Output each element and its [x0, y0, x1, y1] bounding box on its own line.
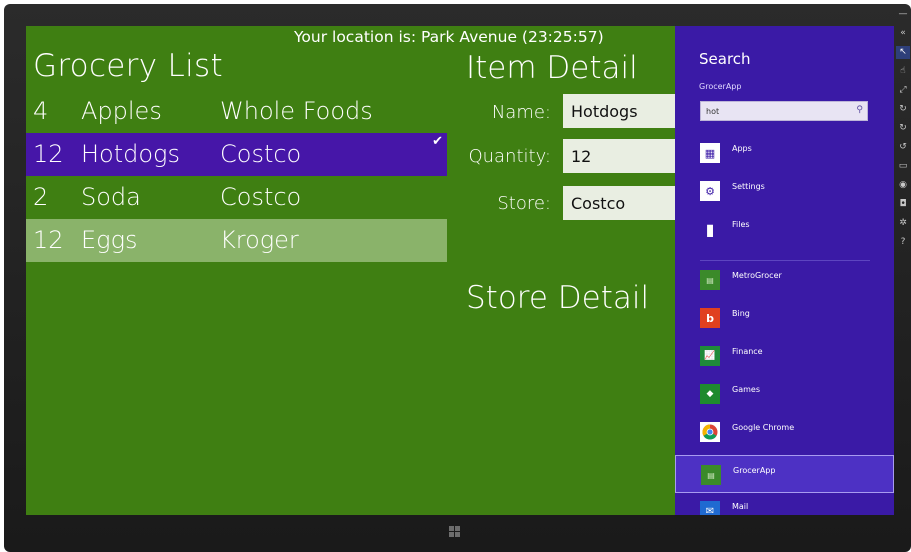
- name-field[interactable]: [563, 94, 675, 128]
- location-status: Your location is: Park Avenue (23:25:57): [294, 28, 604, 46]
- search-input[interactable]: [701, 102, 851, 120]
- list-item[interactable]: 2 Soda Costco: [26, 176, 447, 219]
- app-label: GrocerApp: [733, 466, 776, 475]
- chrome-icon: [700, 422, 720, 442]
- item-quantity: 12: [33, 140, 64, 168]
- app-grocerapp[interactable]: ▤ GrocerApp: [675, 455, 894, 493]
- search-box[interactable]: ⚲: [700, 101, 868, 121]
- resolution-icon[interactable]: ▭: [896, 160, 910, 173]
- item-name: Hotdogs: [81, 140, 180, 168]
- charm-title: Search: [699, 50, 751, 68]
- app-label: Google Chrome: [732, 423, 795, 432]
- mouse-mode-icon[interactable]: ↖: [896, 46, 910, 59]
- bing-icon: b: [700, 308, 720, 328]
- touch-mode-icon[interactable]: ☝: [896, 65, 910, 78]
- item-quantity: 2: [33, 183, 49, 211]
- item-store: Kroger: [220, 226, 299, 254]
- help-icon[interactable]: ?: [896, 236, 910, 249]
- simulator-toolbar: — « ↖ ☝ ⤢ ↻ ↻ ↺ ▭ ◉ ◘ ✲ ?: [896, 8, 910, 258]
- app-label: Mail: [732, 502, 749, 511]
- item-quantity: 12: [33, 226, 64, 254]
- item-store: Costco: [220, 140, 302, 168]
- app-finance[interactable]: 📈 Finance: [675, 337, 894, 375]
- grocery-list: 4 Apples Whole Foods 12 Hotdogs Costco ✔…: [26, 90, 447, 262]
- screenshot-icon[interactable]: ◘: [896, 198, 910, 211]
- settings-icon: ⚙: [700, 181, 720, 201]
- rotate-counterclockwise-icon[interactable]: ↺: [896, 141, 910, 154]
- quantity-field[interactable]: [563, 139, 675, 173]
- settings-icon[interactable]: ✲: [896, 217, 910, 230]
- app-label: Bing: [732, 309, 750, 318]
- app-label: Games: [732, 385, 760, 394]
- charm-app-name: GrocerApp: [699, 82, 742, 91]
- item-name: Soda: [81, 183, 141, 211]
- app-google-chrome[interactable]: Google Chrome: [675, 413, 894, 451]
- list-item[interactable]: 4 Apples Whole Foods: [26, 90, 447, 133]
- mail-icon: ✉: [700, 501, 720, 515]
- grocerapp-icon: ▤: [701, 465, 721, 485]
- store-label: Store:: [497, 193, 551, 214]
- search-charm: Search GrocerApp ⚲ ▦ Apps ⚙ Settings ▮ F…: [675, 26, 894, 515]
- item-quantity: 4: [33, 97, 49, 125]
- pinch-zoom-icon[interactable]: ⤢: [896, 84, 910, 97]
- rotate-clockwise-icon[interactable]: ↻: [896, 122, 910, 135]
- app-bing[interactable]: b Bing: [675, 299, 894, 337]
- item-store: Costco: [220, 183, 302, 211]
- category-label: Apps: [732, 144, 752, 153]
- grocery-list-title: Grocery List: [33, 48, 223, 84]
- category-files[interactable]: ▮ Files: [675, 210, 894, 248]
- list-item-hover[interactable]: 12 Eggs Kroger: [26, 219, 447, 262]
- search-icon[interactable]: ⚲: [856, 105, 863, 115]
- item-detail-title: Item Detail: [466, 50, 638, 86]
- app-mail[interactable]: ✉ Mail: [675, 492, 894, 515]
- location-icon[interactable]: ◉: [896, 179, 910, 192]
- category-label: Files: [732, 220, 750, 229]
- category-settings[interactable]: ⚙ Settings: [675, 172, 894, 210]
- grocery-app: Your location is: Park Avenue (23:25:57)…: [26, 26, 675, 515]
- pin-icon[interactable]: —: [896, 8, 910, 21]
- app-metrogrocer[interactable]: ▤ MetroGrocer: [675, 261, 894, 299]
- list-item-selected[interactable]: 12 Hotdogs Costco ✔: [26, 133, 447, 176]
- rotate-touch-icon[interactable]: ↻: [896, 103, 910, 116]
- category-label: Settings: [732, 182, 765, 191]
- metrogrocer-icon: ▤: [700, 270, 720, 290]
- app-label: MetroGrocer: [732, 271, 782, 280]
- app-label: Finance: [732, 347, 763, 356]
- app-games[interactable]: ◆ Games: [675, 375, 894, 413]
- item-name: Eggs: [81, 226, 138, 254]
- quantity-label: Quantity:: [468, 146, 551, 167]
- screen: Your location is: Park Avenue (23:25:57)…: [26, 26, 894, 515]
- item-store: Whole Foods: [220, 97, 373, 125]
- windows-logo-icon[interactable]: [449, 526, 461, 538]
- item-name: Apples: [81, 97, 162, 125]
- category-apps[interactable]: ▦ Apps: [675, 134, 894, 172]
- games-icon: ◆: [700, 384, 720, 404]
- name-label: Name:: [491, 102, 551, 123]
- store-detail-title: Store Detail: [466, 280, 650, 316]
- finance-icon: 📈: [700, 346, 720, 366]
- store-field[interactable]: [563, 186, 675, 220]
- checkmark-icon: ✔: [432, 134, 443, 149]
- files-icon: ▮: [705, 219, 715, 239]
- collapse-icon[interactable]: «: [896, 27, 910, 40]
- apps-icon: ▦: [700, 143, 720, 163]
